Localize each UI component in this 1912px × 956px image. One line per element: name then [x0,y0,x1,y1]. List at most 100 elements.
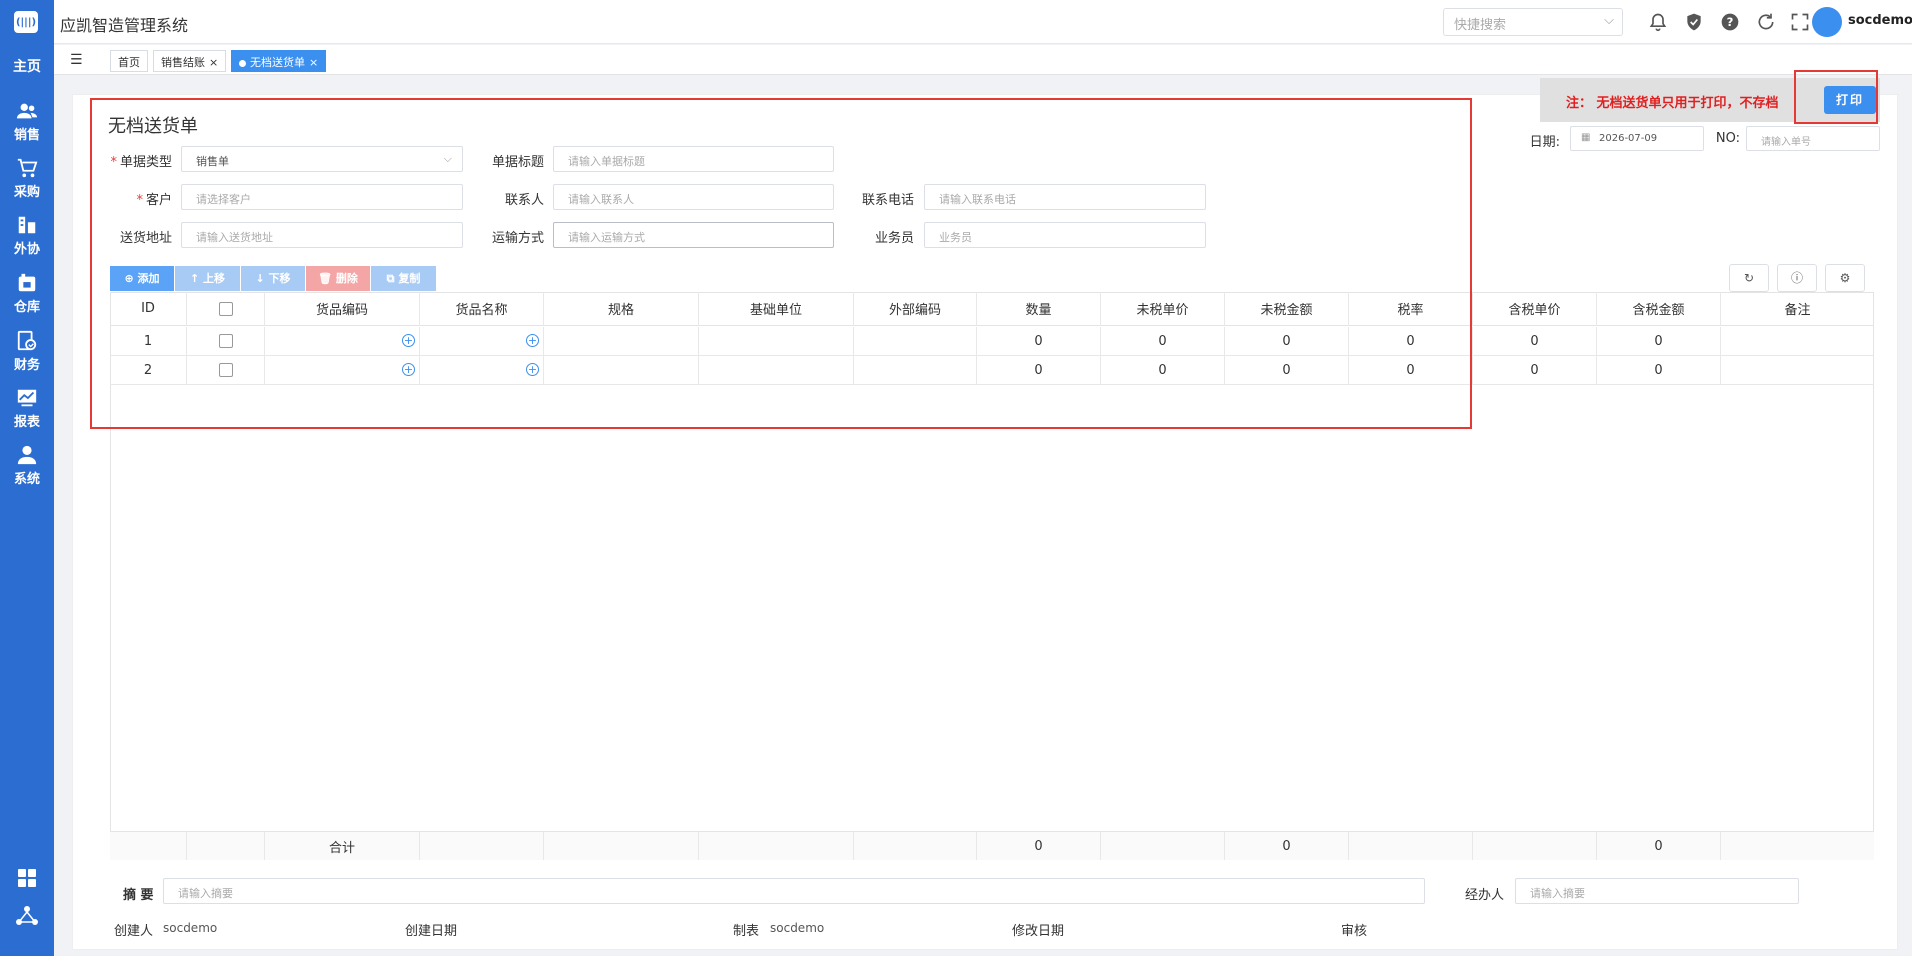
sidebar-item-outsource[interactable]: 外协 [0,214,54,264]
table-settings-button[interactable]: ⚙ [1825,264,1865,292]
chevron-down-icon: ⌵ [443,152,452,165]
bell-icon[interactable] [1648,12,1668,32]
sidebar: (|||) 主页 销售 采购 外协 仓库 财务 报表 系统 [0,0,54,956]
tab-sales-settlement[interactable]: 销售结账 × [153,50,227,72]
sidebar-home[interactable]: 主页 [0,56,54,76]
tab-delivery-note[interactable]: 无档送货单 × [231,50,327,72]
customer-select[interactable]: 请选择客户 [181,184,463,210]
no-input[interactable]: 请输入单号 [1746,126,1880,151]
row-qty[interactable]: 0 [977,356,1101,384]
row-code-cell[interactable]: + [265,356,420,384]
doc-title-input[interactable]: 请输入单据标题 [553,146,834,172]
app-logo: (|||) [12,9,40,35]
sidebar-item-finance[interactable]: 财务 [0,330,54,380]
footer-blank [699,832,854,860]
row-tax-amount[interactable]: 0 [1597,356,1721,384]
move-down-button[interactable]: ↓ 下移 [241,266,305,291]
phone-input[interactable]: 请输入联系电话 [924,184,1206,210]
table-info-button[interactable]: ⓘ [1777,264,1817,292]
sidebar-item-warehouse[interactable]: 仓库 [0,272,54,322]
add-circle-icon[interactable]: + [402,334,415,347]
row-remark-cell[interactable] [1721,356,1874,384]
date-picker[interactable]: ▦ 2026-07-09 [1570,126,1704,151]
print-button[interactable]: 打印 [1824,86,1876,114]
row-tax-price[interactable]: 0 [1473,356,1597,384]
customer-label: * 客户 [90,189,172,208]
row-amount[interactable]: 0 [1225,327,1349,355]
table-footer: 合计 0 0 0 [110,831,1874,860]
handler-input[interactable]: 请输入摘要 [1515,878,1799,904]
row-spec-cell[interactable] [544,327,699,355]
row-code-cell[interactable]: + [265,327,420,355]
help-icon[interactable]: ? [1720,12,1740,32]
row-price[interactable]: 0 [1101,327,1225,355]
add-circle-icon[interactable]: + [526,363,539,376]
address-input[interactable]: 请输入送货地址 [181,222,463,248]
sidebar-item-report[interactable]: 报表 [0,387,54,437]
select-all-checkbox[interactable] [218,301,233,316]
row-select[interactable] [187,327,265,355]
footer-blank [544,832,699,860]
row-unit-cell[interactable] [699,327,854,355]
row-ext-code-cell[interactable] [854,356,977,384]
username[interactable]: socdemo [1848,13,1912,28]
fullscreen-icon[interactable] [1790,12,1810,32]
tab-home[interactable]: 首页 [110,50,148,72]
col-header-name: 货品名称 [420,292,544,325]
refresh-icon[interactable] [1756,12,1776,32]
col-header-spec: 规格 [544,292,699,325]
row-tax[interactable]: 0 [1349,356,1473,384]
footer-blank [854,832,977,860]
sidebar-item-sales[interactable]: 销售 [0,100,54,150]
finance-icon [17,330,37,351]
table-refresh-button[interactable]: ↻ [1729,264,1769,292]
row-checkbox[interactable] [218,334,233,348]
copy-row-button[interactable]: ⧉ 复制 [371,266,436,291]
row-remark-cell[interactable] [1721,327,1874,355]
shield-icon[interactable] [1684,12,1704,32]
contact-label: 联系人 [504,193,544,208]
row-spec-cell[interactable] [544,356,699,384]
address-label: 送货地址 [119,231,172,246]
sidebar-item-purchase[interactable]: 采购 [0,157,54,207]
row-amount[interactable]: 0 [1225,356,1349,384]
salesman-input[interactable]: 业务员 [924,222,1206,248]
add-row-button[interactable]: ⊕ 添加 [110,266,174,291]
maker-value: socdemo [770,921,825,935]
row-name-cell[interactable]: + [420,356,544,384]
close-icon[interactable]: × [309,56,318,69]
row-tax[interactable]: 0 [1349,327,1473,355]
network-button[interactable] [0,904,54,931]
menu-toggle-icon[interactable]: ☰ [70,52,83,68]
row-name-cell[interactable]: + [420,327,544,355]
sidebar-item-system[interactable]: 系统 [0,444,54,494]
row-ext-code-cell[interactable] [854,327,977,355]
users-icon [16,103,38,119]
date-value: 2026-07-09 [1599,133,1658,144]
shipping-input[interactable]: 请输入运输方式 [553,222,834,248]
row-select[interactable] [187,356,265,384]
col-header-qty: 数量 [977,292,1101,325]
footer-blank [187,832,265,860]
move-up-button[interactable]: ↑ 上移 [175,266,240,291]
apps-grid-button[interactable] [0,868,54,891]
create-date-label: 创建日期 [405,924,458,939]
info-icon: ⓘ [1790,271,1803,285]
tab-label: 无档送货单 [250,56,305,69]
delete-row-button[interactable]: 🗑 删除 [306,266,370,291]
row-price[interactable]: 0 [1101,356,1225,384]
close-icon[interactable]: × [209,56,218,69]
row-checkbox[interactable] [218,363,233,377]
col-header-select[interactable] [187,292,265,325]
add-circle-icon[interactable]: + [526,334,539,347]
avatar[interactable] [1812,7,1842,37]
row-unit-cell[interactable] [699,356,854,384]
row-tax-amount[interactable]: 0 [1597,327,1721,355]
add-circle-icon[interactable]: + [402,363,415,376]
doc-type-select[interactable]: 销售单 ⌵ [181,146,463,172]
row-qty[interactable]: 0 [977,327,1101,355]
summary-input[interactable]: 请输入摘要 [163,878,1425,904]
quick-search-select[interactable]: 快捷搜索 ⌵ [1443,8,1623,36]
row-tax-price[interactable]: 0 [1473,327,1597,355]
contact-input[interactable]: 请输入联系人 [553,184,834,210]
